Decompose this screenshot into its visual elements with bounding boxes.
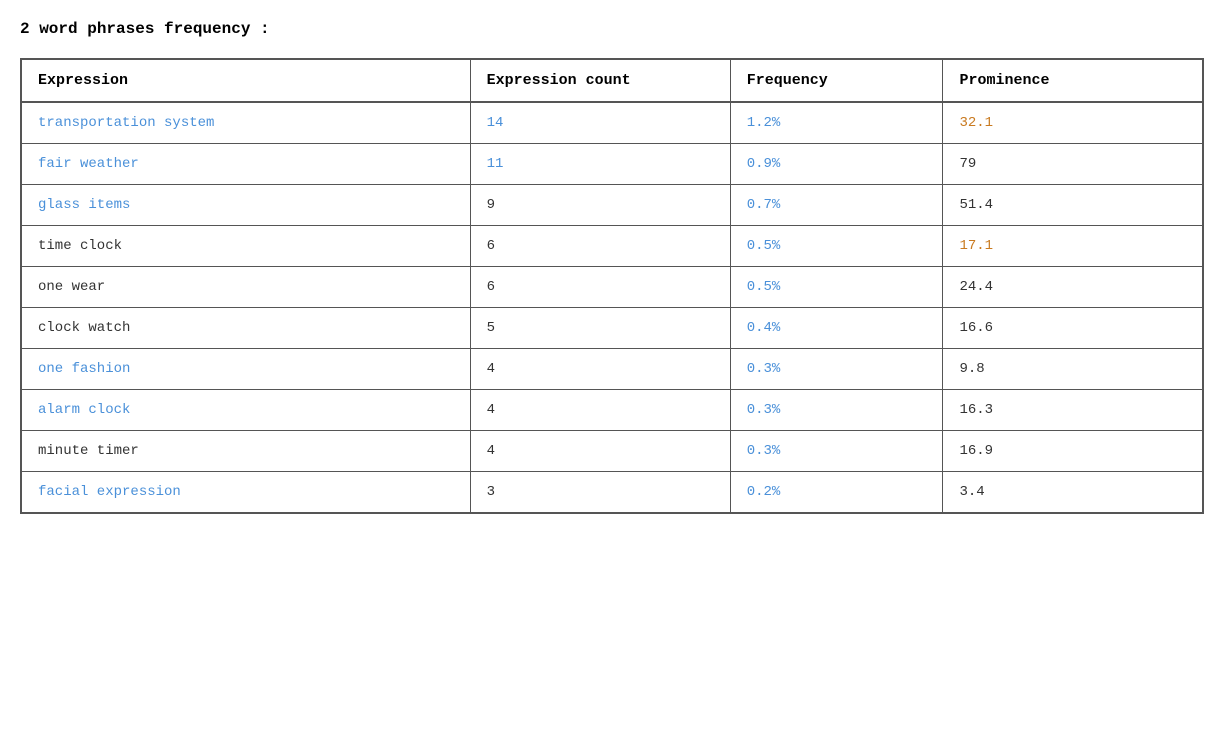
cell-count: 6 — [470, 226, 730, 267]
cell-frequency: 1.2% — [730, 102, 943, 144]
cell-expression: facial expression — [21, 472, 470, 514]
frequency-table: Expression Expression count Frequency Pr… — [20, 58, 1204, 514]
table-row: fair weather110.9%79 — [21, 144, 1203, 185]
cell-expression: alarm clock — [21, 390, 470, 431]
cell-prominence: 24.4 — [943, 267, 1203, 308]
cell-frequency: 0.2% — [730, 472, 943, 514]
cell-prominence: 51.4 — [943, 185, 1203, 226]
cell-count: 11 — [470, 144, 730, 185]
header-expression: Expression — [21, 59, 470, 102]
cell-count: 6 — [470, 267, 730, 308]
cell-frequency: 0.7% — [730, 185, 943, 226]
header-frequency: Frequency — [730, 59, 943, 102]
cell-count: 4 — [470, 431, 730, 472]
table-row: time clock60.5%17.1 — [21, 226, 1203, 267]
cell-prominence: 16.3 — [943, 390, 1203, 431]
cell-count: 3 — [470, 472, 730, 514]
cell-prominence: 17.1 — [943, 226, 1203, 267]
cell-expression: clock watch — [21, 308, 470, 349]
cell-frequency: 0.5% — [730, 226, 943, 267]
table-row: clock watch50.4%16.6 — [21, 308, 1203, 349]
cell-expression: fair weather — [21, 144, 470, 185]
cell-prominence: 32.1 — [943, 102, 1203, 144]
header-count: Expression count — [470, 59, 730, 102]
cell-count: 14 — [470, 102, 730, 144]
cell-expression: transportation system — [21, 102, 470, 144]
table-row: one wear60.5%24.4 — [21, 267, 1203, 308]
cell-prominence: 3.4 — [943, 472, 1203, 514]
cell-frequency: 0.9% — [730, 144, 943, 185]
table-row: glass items90.7%51.4 — [21, 185, 1203, 226]
cell-frequency: 0.5% — [730, 267, 943, 308]
table-row: one fashion40.3%9.8 — [21, 349, 1203, 390]
table-row: transportation system141.2%32.1 — [21, 102, 1203, 144]
cell-count: 5 — [470, 308, 730, 349]
table-row: alarm clock40.3%16.3 — [21, 390, 1203, 431]
cell-expression: glass items — [21, 185, 470, 226]
table-row: facial expression30.2%3.4 — [21, 472, 1203, 514]
cell-prominence: 16.9 — [943, 431, 1203, 472]
cell-count: 9 — [470, 185, 730, 226]
cell-prominence: 9.8 — [943, 349, 1203, 390]
cell-count: 4 — [470, 349, 730, 390]
cell-prominence: 16.6 — [943, 308, 1203, 349]
cell-count: 4 — [470, 390, 730, 431]
table-row: minute timer40.3%16.9 — [21, 431, 1203, 472]
cell-frequency: 0.3% — [730, 349, 943, 390]
cell-frequency: 0.4% — [730, 308, 943, 349]
cell-frequency: 0.3% — [730, 431, 943, 472]
cell-expression: time clock — [21, 226, 470, 267]
cell-expression: minute timer — [21, 431, 470, 472]
cell-expression: one wear — [21, 267, 470, 308]
page-title: 2 word phrases frequency : — [20, 20, 1204, 38]
header-prominence: Prominence — [943, 59, 1203, 102]
cell-expression: one fashion — [21, 349, 470, 390]
table-header-row: Expression Expression count Frequency Pr… — [21, 59, 1203, 102]
cell-prominence: 79 — [943, 144, 1203, 185]
cell-frequency: 0.3% — [730, 390, 943, 431]
